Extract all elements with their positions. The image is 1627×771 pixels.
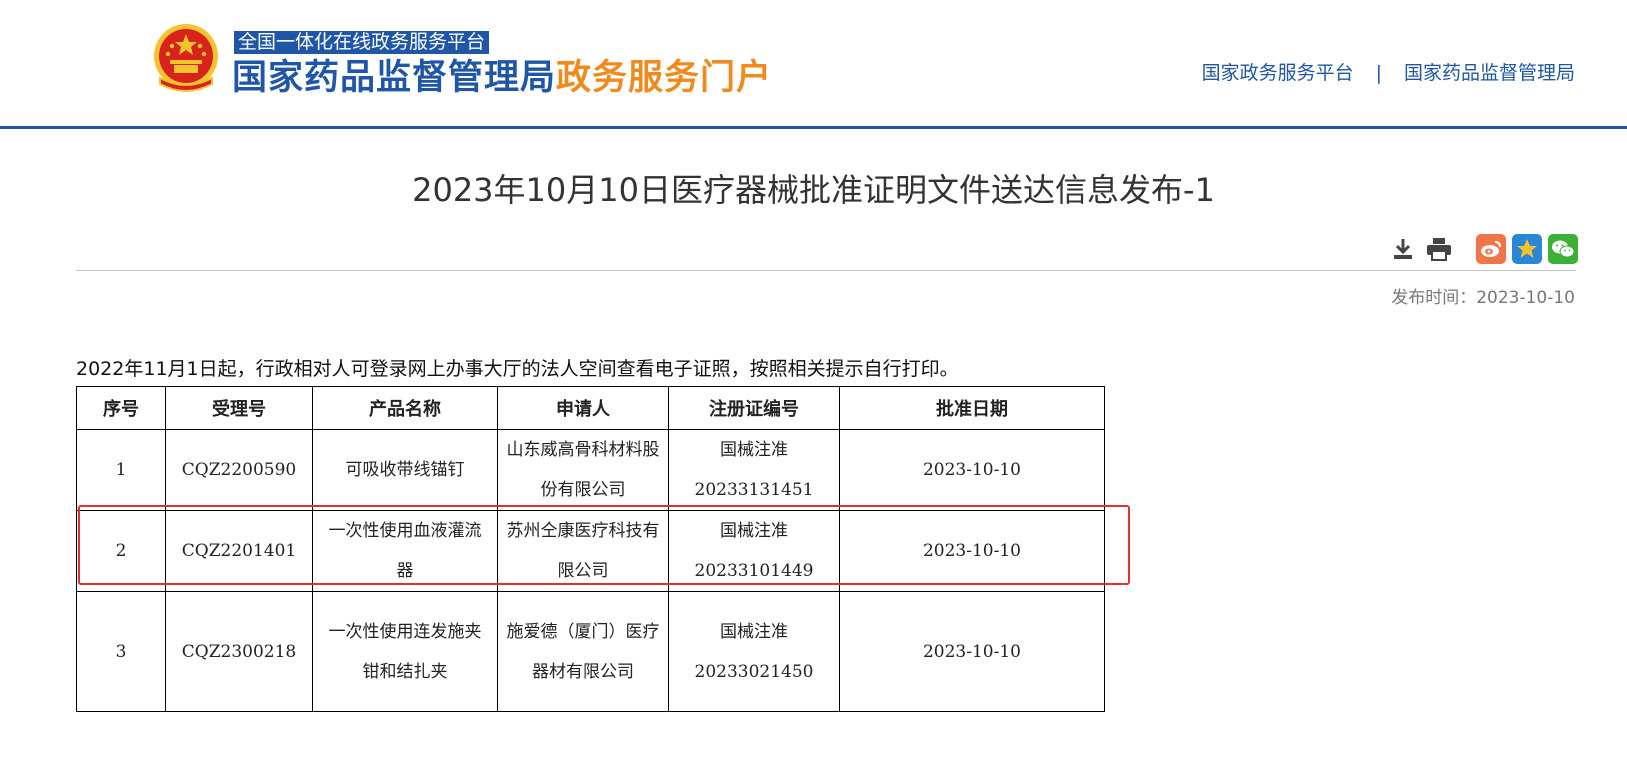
table-row: 2 CQZ2201401 一次性使用血液灌流器 苏州仝康医疗科技有限公司 国械注… — [76, 510, 1105, 592]
cell-registration-no: 国械注准20233021450 — [668, 591, 840, 712]
cell-applicant: 苏州仝康医疗科技有限公司 — [497, 510, 669, 592]
publish-time: 发布时间：2023-10-10 — [1391, 288, 1575, 308]
header-approval-date: 批准日期 — [839, 386, 1105, 430]
table-row: 3 CQZ2300218 一次性使用连发施夹钳和结扎夹 施爱德（厦门）医疗器材有… — [76, 591, 1105, 712]
cell-applicant: 施爱德（厦门）医疗器材有限公司 — [497, 591, 669, 712]
cell-acceptance-no: CQZ2200590 — [165, 429, 313, 511]
platform-label: 全国一体化在线政务服务平台 — [234, 31, 490, 54]
cell-serial: 2 — [76, 510, 166, 592]
download-icon[interactable] — [1388, 234, 1418, 264]
header-serial: 序号 — [76, 386, 166, 430]
article-notice: 2022年11月1日起，行政相对人可登录网上办事大厅的法人空间查看电子证照，按照… — [76, 358, 959, 380]
header-applicant: 申请人 — [497, 386, 669, 430]
site-header: 全国一体化在线政务服务平台 国家药品监督管理局政务服务门户 国家政务服务平台 | 国… — [0, 0, 1627, 129]
cell-approval-date: 2023-10-10 — [839, 429, 1105, 511]
brand-portal-name: 政务服务门户 — [556, 58, 773, 98]
cell-registration-no: 国械注准20233131451 — [668, 429, 840, 511]
link-national-service-platform[interactable]: 国家政务服务平台 — [1202, 62, 1354, 84]
site-logo-text[interactable]: 国家药品监督管理局政务服务门户 — [232, 56, 772, 100]
qzone-icon[interactable] — [1512, 234, 1542, 264]
cell-product-name: 一次性使用血液灌流器 — [312, 510, 498, 592]
link-nmpa[interactable]: 国家药品监督管理局 — [1404, 62, 1575, 84]
cell-product-name: 一次性使用连发施夹钳和结扎夹 — [312, 591, 498, 712]
brand-agency-name: 国家药品监督管理局 — [232, 58, 557, 98]
top-links: 国家政务服务平台 | 国家药品监督管理局 — [1202, 58, 1575, 85]
cell-registration-no: 国械注准20233101449 — [668, 510, 840, 592]
cell-approval-date: 2023-10-10 — [839, 591, 1105, 712]
wechat-icon[interactable] — [1548, 234, 1578, 264]
article-title: 2023年10月10日医疗器械批准证明文件送达信息发布-1 — [412, 171, 1215, 209]
national-emblem-icon — [150, 22, 222, 98]
cell-serial: 3 — [76, 591, 166, 712]
cell-approval-date: 2023-10-10 — [839, 510, 1105, 592]
title-divider — [76, 270, 1576, 271]
cell-acceptance-no: CQZ2201401 — [165, 510, 313, 592]
table-header-row: 序号 受理号 产品名称 申请人 注册证编号 批准日期 — [76, 386, 1105, 430]
link-separator: | — [1375, 62, 1382, 84]
cell-product-name: 可吸收带线锚钉 — [312, 429, 498, 511]
cell-serial: 1 — [76, 429, 166, 511]
header-registration-no: 注册证编号 — [668, 386, 840, 430]
table-row: 1 CQZ2200590 可吸收带线锚钉 山东威高骨科材料股份有限公司 国械注准… — [76, 429, 1105, 511]
print-icon[interactable] — [1424, 234, 1454, 264]
cell-applicant: 山东威高骨科材料股份有限公司 — [497, 429, 669, 511]
cell-acceptance-no: CQZ2300218 — [165, 591, 313, 712]
header-product-name: 产品名称 — [312, 386, 498, 430]
header-acceptance-no: 受理号 — [165, 386, 313, 430]
weibo-icon[interactable] — [1476, 234, 1506, 264]
approval-table: 序号 受理号 产品名称 申请人 注册证编号 批准日期 1 CQZ2200590 … — [76, 386, 1105, 712]
